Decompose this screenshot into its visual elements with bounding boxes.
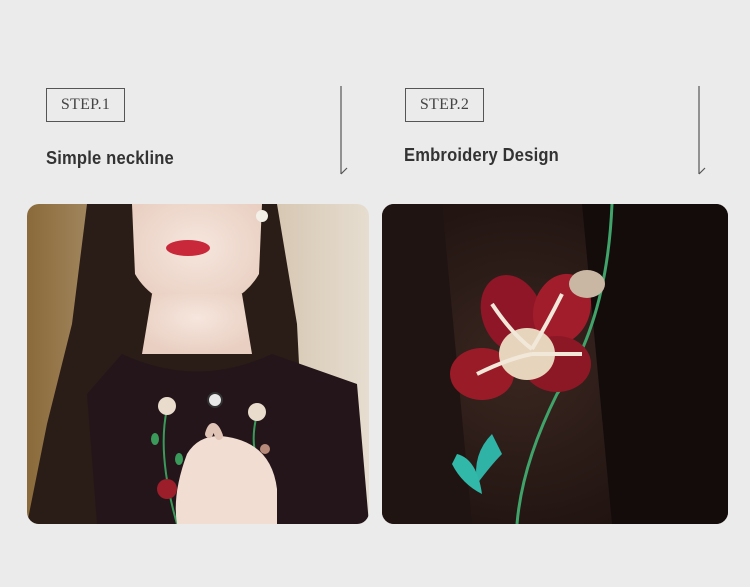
step-2-label: STEP.2 (419, 96, 470, 113)
neckline-photo (27, 204, 369, 524)
arrow-down-icon (340, 86, 348, 175)
step-1-label-box: STEP.1 (46, 88, 125, 122)
embroidery-photo (382, 204, 728, 524)
arrow-down-icon (698, 86, 706, 175)
step-2-title: Embroidery Design (404, 145, 559, 165)
step-1-label: STEP.1 (60, 96, 111, 113)
step-2-label-box: STEP.2 (405, 88, 484, 122)
step-1-title: Simple neckline (46, 148, 174, 168)
